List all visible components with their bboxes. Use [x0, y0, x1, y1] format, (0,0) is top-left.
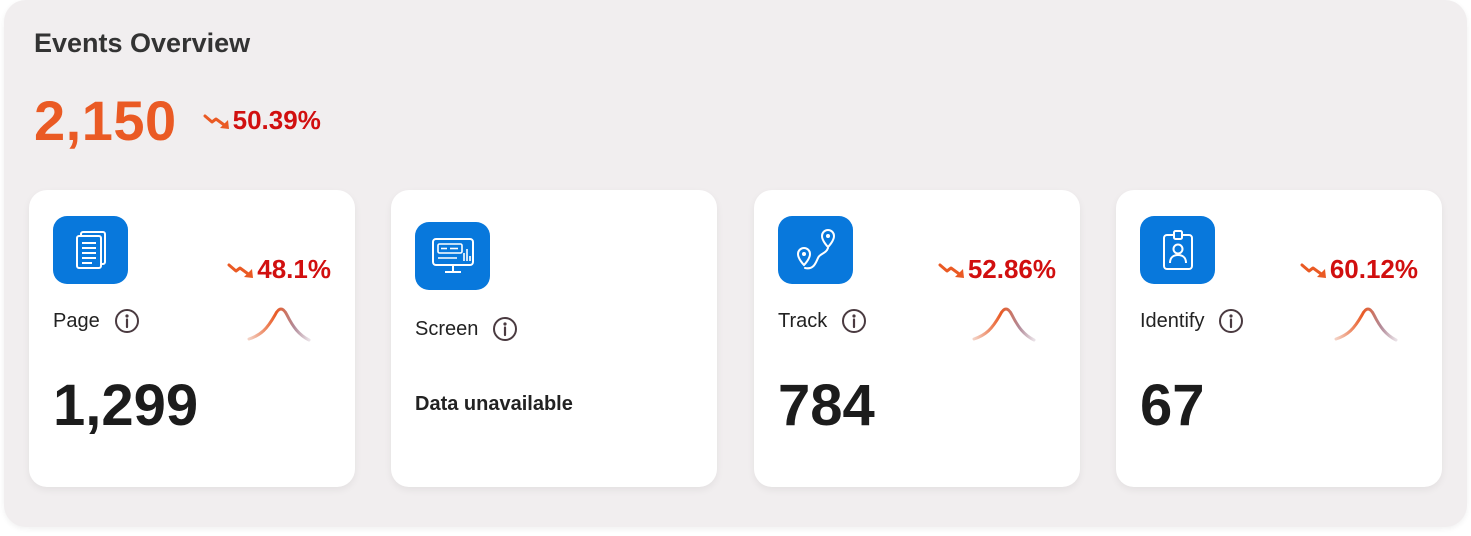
track-change-badge: 52.86% [938, 254, 1056, 285]
total-summary: 2,150 50.39% [34, 88, 321, 153]
page-label: Page [53, 309, 100, 332]
total-events-value: 2,150 [34, 89, 177, 152]
sparkline-icon [1334, 307, 1398, 342]
page-value: 1,299 [53, 373, 199, 438]
route-icon [778, 216, 853, 284]
id-badge-icon [1140, 216, 1215, 284]
card-page[interactable]: 48.1% Page 1,299 [29, 190, 355, 487]
document-icon [53, 216, 128, 284]
screen-label-row: Screen [415, 316, 518, 342]
identify-value: 67 [1140, 373, 1205, 438]
page-label-row: Page [53, 308, 140, 334]
page-change-value: 48.1% [257, 254, 331, 284]
card-identify[interactable]: 60.12% Identify 67 [1116, 190, 1442, 487]
info-icon[interactable] [841, 308, 867, 334]
track-value: 784 [778, 373, 875, 438]
monitor-icon [415, 222, 490, 290]
info-icon[interactable] [492, 316, 518, 342]
trend-down-icon [1300, 263, 1326, 278]
identify-change-badge: 60.12% [1300, 254, 1418, 285]
trend-down-icon [227, 263, 254, 278]
info-icon[interactable] [1218, 308, 1244, 334]
page-change-badge: 48.1% [227, 254, 331, 285]
card-screen[interactable]: Screen Data unavailable [391, 190, 717, 487]
track-label: Track [778, 309, 828, 332]
track-label-row: Track [778, 308, 867, 334]
screen-unavailable-text: Data unavailable [415, 393, 573, 415]
panel-title: Events Overview [34, 28, 251, 58]
total-change-value: 50.39% [232, 105, 321, 135]
trend-down-icon [203, 114, 229, 129]
identify-change-value: 60.12% [1329, 254, 1418, 284]
trend-down-icon [938, 263, 964, 278]
sparkline-icon [247, 307, 311, 342]
info-icon[interactable] [114, 308, 140, 334]
identify-label-row: Identify [1140, 308, 1244, 334]
sparkline-icon [972, 307, 1036, 342]
card-track[interactable]: 52.86% Track 784 [754, 190, 1080, 487]
screen-label: Screen [415, 317, 479, 340]
identify-label: Identify [1140, 309, 1205, 332]
events-overview-panel: Events Overview 2,150 50.39% 48.1% Page … [4, 0, 1467, 527]
track-change-value: 52.86% [967, 254, 1056, 284]
total-change-badge: 50.39% [203, 105, 321, 136]
